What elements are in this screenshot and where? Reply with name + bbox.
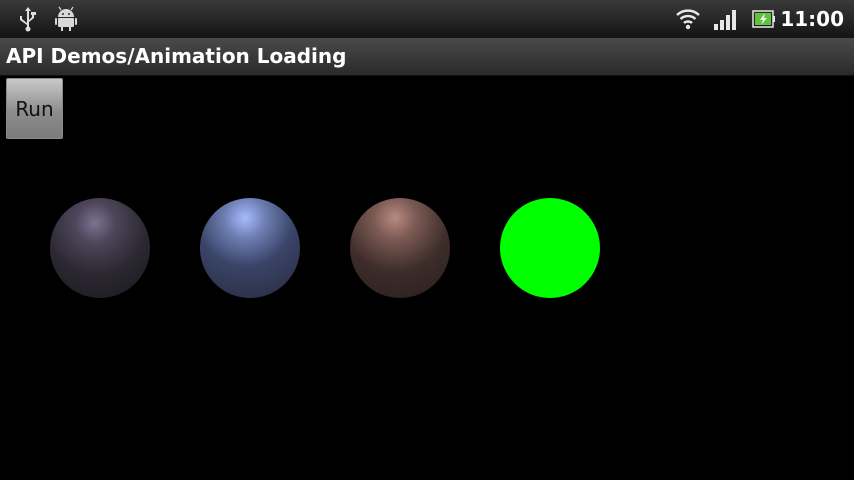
- usb-icon: [20, 7, 36, 32]
- status-clock: 11:00: [780, 7, 844, 31]
- run-button[interactable]: Run: [6, 78, 63, 139]
- signal-icon: [714, 10, 736, 30]
- page-title: API Demos/Animation Loading: [6, 44, 347, 68]
- battery-charging-icon: [752, 10, 775, 28]
- android-debug-icon: [55, 6, 77, 31]
- ball-green: [500, 198, 600, 298]
- ball-blue: [200, 198, 300, 298]
- ball-brown: [350, 198, 450, 298]
- ball-purple: [50, 198, 150, 298]
- status-bar: 11:00: [0, 0, 854, 38]
- wifi-icon: [676, 9, 700, 30]
- title-bar: API Demos/Animation Loading: [0, 38, 854, 76]
